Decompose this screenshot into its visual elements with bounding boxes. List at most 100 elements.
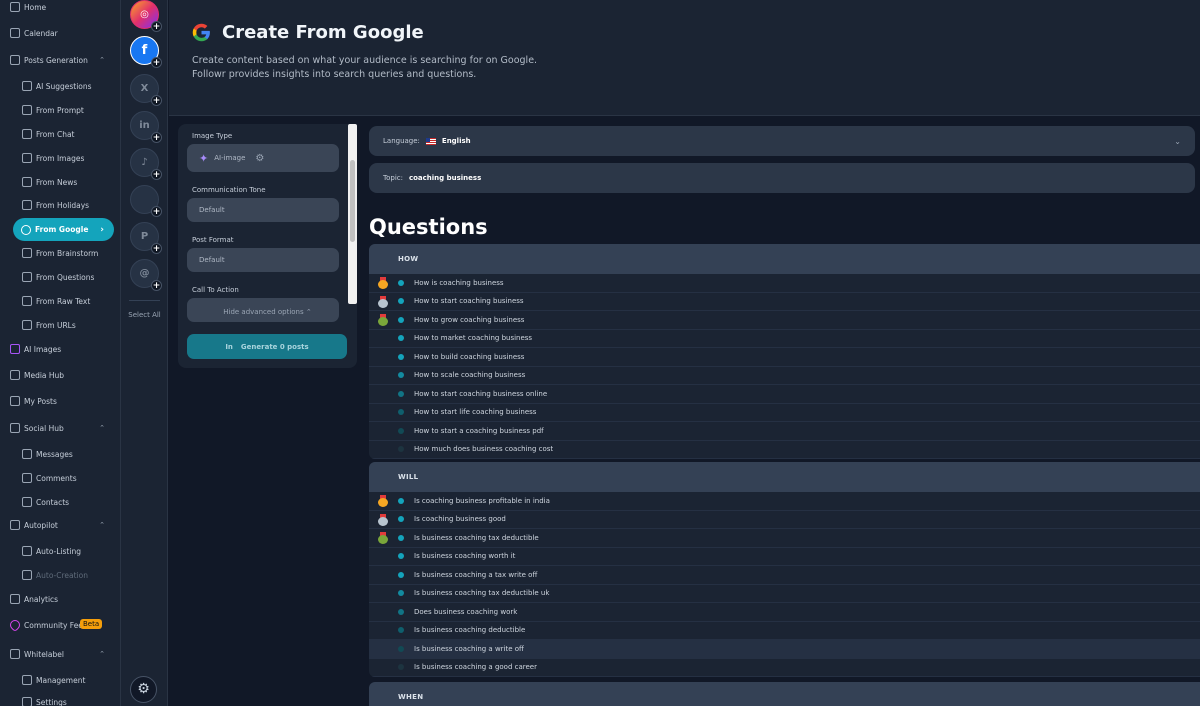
sidebar-item-my-posts[interactable]: My Posts: [0, 391, 120, 411]
sidebar-item-posts-generation[interactable]: Posts Generation ⌃: [0, 50, 120, 70]
popularity-dot: [398, 372, 404, 379]
sidebar-item-label: AI Images: [24, 344, 62, 354]
question-row[interactable]: Does business coaching work: [369, 603, 1200, 622]
gear-icon[interactable]: ⚙: [130, 676, 157, 703]
question-row[interactable]: How to start coaching business online: [369, 385, 1200, 404]
sidebar-item-ai-suggestions[interactable]: AI Suggestions: [0, 76, 120, 96]
threads-account-icon[interactable]: @ +: [130, 259, 162, 291]
sidebar-item-home[interactable]: Home: [0, 0, 120, 17]
question-row[interactable]: Is business coaching a tax write off: [369, 566, 1200, 585]
scrollbar-thumb[interactable]: [350, 160, 355, 242]
question-row[interactable]: Is business coaching deductible: [369, 622, 1200, 640]
select-all-button[interactable]: Select All: [121, 310, 168, 320]
question-row[interactable]: Is business coaching tax deductible uk: [369, 585, 1200, 603]
add-account-icon[interactable]: +: [151, 57, 162, 68]
question-text: Is business coaching a tax write off: [414, 570, 538, 579]
question-row[interactable]: How to start life coaching business: [369, 404, 1200, 422]
popularity-dot: [398, 390, 404, 397]
text-icon: [22, 296, 32, 306]
bronze-medal-icon: [378, 532, 388, 544]
linkedin-account-icon[interactable]: in +: [130, 111, 162, 143]
sidebar-item-from-raw-text[interactable]: From Raw Text: [0, 291, 120, 311]
creation-icon: [22, 570, 32, 580]
sidebar-item-from-news[interactable]: From News: [0, 172, 120, 192]
question-row[interactable]: Is coaching business good: [369, 511, 1200, 529]
silver-medal-icon: [378, 513, 388, 526]
question-row[interactable]: Is business coaching worth it: [369, 548, 1200, 566]
add-account-icon[interactable]: +: [151, 132, 162, 143]
add-account-icon[interactable]: +: [151, 169, 162, 180]
sidebar-item-from-prompt[interactable]: From Prompt: [0, 100, 120, 120]
question-row[interactable]: Is business coaching a write off: [369, 640, 1200, 659]
analytics-icon: [10, 594, 20, 604]
question-row[interactable]: Is business coaching a good career: [369, 659, 1200, 677]
question-row[interactable]: How to market coaching business: [369, 330, 1200, 348]
facebook-glyph: f: [141, 43, 148, 58]
rail-divider: [129, 300, 160, 301]
youtube-account-icon[interactable]: +: [130, 185, 162, 217]
advanced-options-toggle[interactable]: Hide advanced options ⌃: [178, 308, 357, 316]
sidebar-item-from-holidays[interactable]: From Holidays: [0, 195, 120, 215]
question-row[interactable]: How to build coaching business: [369, 348, 1200, 367]
question-row[interactable]: How is coaching business: [369, 274, 1200, 293]
sidebar-item-from-questions[interactable]: From Questions: [0, 267, 120, 287]
add-account-icon[interactable]: +: [151, 243, 162, 254]
contacts-icon: [22, 497, 32, 507]
facebook-account-icon[interactable]: f +: [130, 36, 162, 68]
sidebar-item-from-chat[interactable]: From Chat: [0, 124, 120, 144]
sidebar-item-messages[interactable]: Messages: [0, 444, 120, 464]
question-row[interactable]: How much does business coaching cost: [369, 441, 1200, 459]
question-text: Is business coaching worth it: [414, 552, 516, 561]
google-icon: [21, 224, 31, 235]
question-text: How to build coaching business: [414, 352, 525, 361]
sidebar-item-settings[interactable]: Settings: [0, 692, 120, 706]
image-type-select[interactable]: ✦ AI-image ⚙: [187, 144, 339, 172]
add-account-icon[interactable]: +: [151, 21, 162, 32]
add-account-icon[interactable]: +: [151, 280, 162, 291]
question-row[interactable]: How to start a coaching business pdf: [369, 422, 1200, 441]
pinterest-account-icon[interactable]: P +: [130, 222, 162, 254]
sidebar-item-from-urls[interactable]: From URLs: [0, 315, 120, 335]
instagram-account-icon[interactable]: ◎ +: [130, 0, 162, 32]
sidebar-item-media-hub[interactable]: Media Hub: [0, 365, 120, 385]
sidebar-item-from-brainstorm[interactable]: From Brainstorm: [0, 243, 120, 263]
question-row[interactable]: How to grow coaching business: [369, 311, 1200, 330]
pinterest-glyph: P: [140, 231, 149, 242]
sidebar-item-community-feed[interactable]: Community Feed Beta: [0, 615, 120, 635]
gold-medal-icon: [378, 277, 388, 289]
x-account-icon[interactable]: X +: [130, 74, 162, 106]
add-account-icon[interactable]: +: [151, 95, 162, 106]
sidebar-item-from-images[interactable]: From Images: [0, 148, 120, 168]
language-select[interactable]: Language: English ⌄: [369, 126, 1195, 156]
sidebar-item-social-hub[interactable]: Social Hub ⌃: [0, 418, 120, 438]
question-row[interactable]: Is coaching business profitable in india: [369, 492, 1200, 511]
sidebar-item-autopilot[interactable]: Autopilot ⌃: [0, 515, 120, 535]
sidebar-item-comments[interactable]: Comments: [0, 468, 120, 488]
silver-medal-icon: [378, 295, 388, 308]
tiktok-account-icon[interactable]: ♪ +: [130, 148, 162, 180]
tone-select[interactable]: Default: [187, 198, 339, 222]
sidebar-item-ai-images[interactable]: AI Images: [0, 339, 120, 359]
question-row[interactable]: Is business coaching tax deductible: [369, 529, 1200, 548]
question-row[interactable]: How to scale coaching business: [369, 367, 1200, 385]
panel-scrollbar[interactable]: [348, 124, 357, 304]
gear-icon[interactable]: ⚙: [255, 153, 264, 164]
sidebar-item-whitelabel[interactable]: Whitelabel ⌃: [0, 644, 120, 664]
add-account-icon[interactable]: +: [151, 206, 162, 217]
sidebar-item-analytics[interactable]: Analytics: [0, 589, 120, 609]
sidebar-item-auto-creation[interactable]: Auto-Creation: [0, 565, 120, 585]
sidebar-item-management[interactable]: Management: [0, 670, 120, 690]
threads-glyph: @: [139, 268, 150, 279]
sidebar-item-calendar[interactable]: Calendar: [0, 23, 120, 43]
sidebar-item-label: Autopilot: [24, 520, 58, 530]
chat-icon: [22, 129, 32, 139]
sidebar-item-contacts[interactable]: Contacts: [0, 492, 120, 512]
question-text: Is business coaching tax deductible: [414, 533, 539, 542]
google-logo-icon: [192, 23, 210, 42]
question-row[interactable]: How to start coaching business: [369, 293, 1200, 311]
generate-posts-button[interactable]: In Generate 0 posts: [187, 334, 347, 359]
format-select[interactable]: Default: [187, 248, 339, 272]
sidebar-item-auto-listing[interactable]: Auto-Listing: [0, 541, 120, 561]
sidebar-item-from-google[interactable]: From Google ›: [13, 218, 114, 241]
topic-field[interactable]: Topic: coaching business: [369, 163, 1195, 193]
